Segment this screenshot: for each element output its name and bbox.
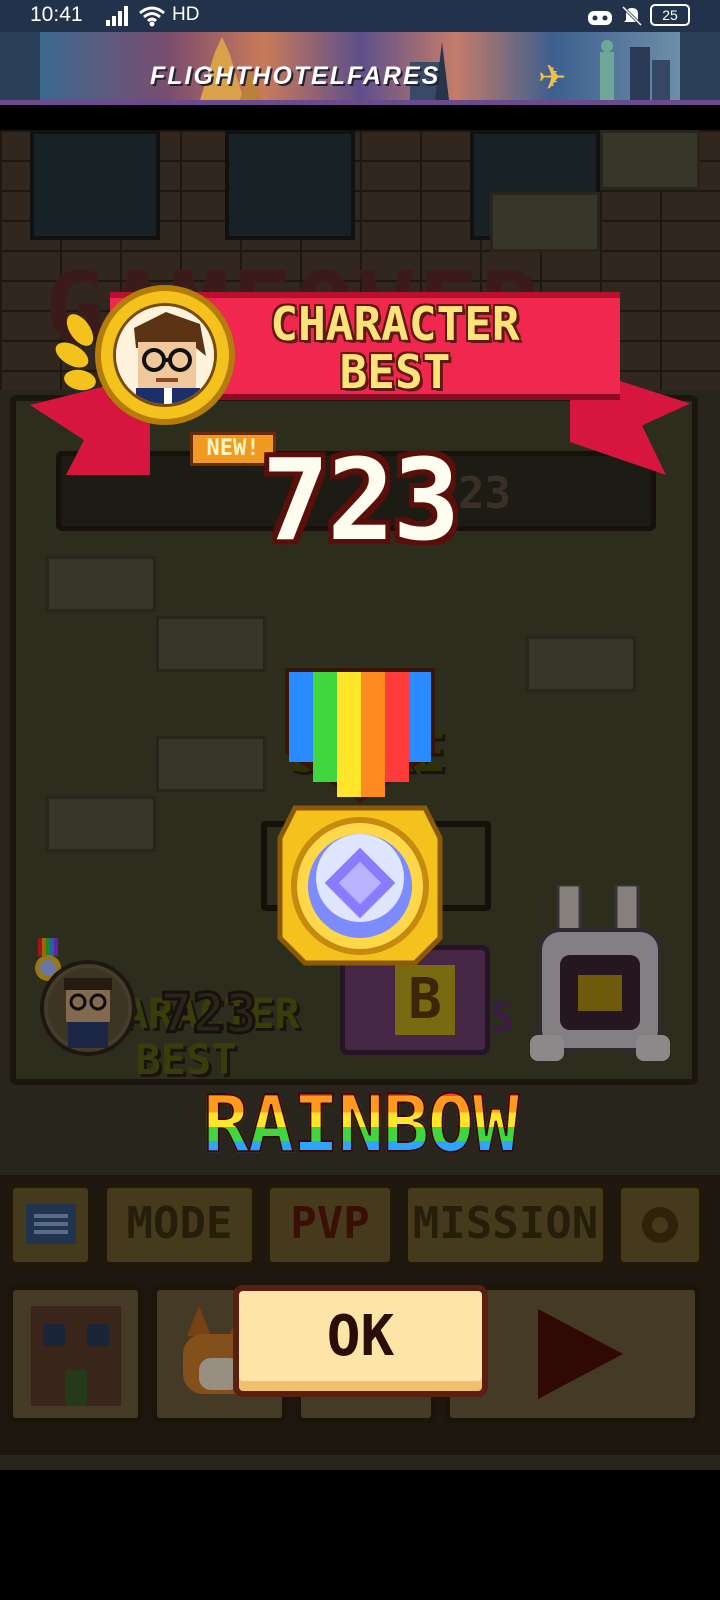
wifi-icon (139, 6, 165, 27)
banner-title: CHARACTER BEST (230, 300, 560, 396)
banner-line-2: BEST (339, 345, 451, 399)
best-score-value: 723 (261, 436, 460, 566)
ok-button[interactable]: OK (233, 1285, 488, 1397)
glasses-character-icon (116, 306, 214, 404)
character-portrait-frame (95, 285, 235, 425)
banner-line-1: CHARACTER (270, 297, 520, 351)
character-portrait (113, 303, 217, 407)
ad-brand-text: FLIGHTHOTELFARES (150, 62, 441, 90)
rainbow-medal (277, 805, 443, 966)
status-time: 10:41 (30, 3, 83, 26)
gamepad-icon (588, 11, 612, 25)
airplane-icon: ✈ (538, 58, 567, 98)
ad-banner[interactable]: FLIGHTHOTELFARES ✈ (40, 32, 680, 100)
signal-icon (106, 6, 128, 26)
medal-name: RAINBOW (200, 1079, 521, 1171)
status-bar: 10:41 HD 25 (0, 0, 720, 32)
medal-ribbon (285, 668, 435, 803)
network-type: HD (172, 4, 200, 25)
divider (0, 100, 720, 105)
battery-indicator: 25 (650, 4, 690, 26)
mute-icon (621, 5, 643, 27)
